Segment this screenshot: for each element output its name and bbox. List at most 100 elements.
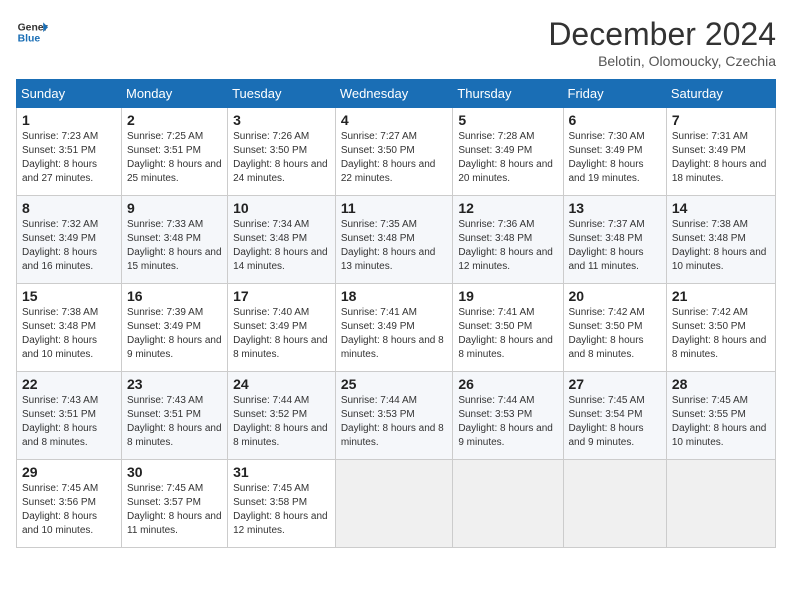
- day-number: 26: [458, 376, 557, 392]
- calendar-cell: 25 Sunrise: 7:44 AMSunset: 3:53 PMDaylig…: [335, 372, 453, 460]
- day-number: 20: [569, 288, 661, 304]
- calendar-cell: 1 Sunrise: 7:23 AMSunset: 3:51 PMDayligh…: [17, 108, 122, 196]
- cell-info: Sunrise: 7:41 AMSunset: 3:50 PMDaylight:…: [458, 307, 553, 360]
- logo-icon: General Blue: [16, 16, 48, 48]
- day-header-wednesday: Wednesday: [335, 80, 453, 108]
- cell-info: Sunrise: 7:27 AMSunset: 3:50 PMDaylight:…: [341, 131, 436, 184]
- calendar-cell: 10 Sunrise: 7:34 AMSunset: 3:48 PMDaylig…: [228, 196, 336, 284]
- day-number: 21: [672, 288, 770, 304]
- cell-info: Sunrise: 7:39 AMSunset: 3:49 PMDaylight:…: [127, 307, 222, 360]
- calendar-cell: 24 Sunrise: 7:44 AMSunset: 3:52 PMDaylig…: [228, 372, 336, 460]
- calendar-cell: 21 Sunrise: 7:42 AMSunset: 3:50 PMDaylig…: [666, 284, 775, 372]
- calendar-cell: 23 Sunrise: 7:43 AMSunset: 3:51 PMDaylig…: [122, 372, 228, 460]
- day-number: 15: [22, 288, 116, 304]
- day-number: 4: [341, 112, 448, 128]
- day-header-monday: Monday: [122, 80, 228, 108]
- cell-info: Sunrise: 7:45 AMSunset: 3:54 PMDaylight:…: [569, 395, 645, 448]
- day-number: 1: [22, 112, 116, 128]
- day-number: 24: [233, 376, 330, 392]
- cell-info: Sunrise: 7:32 AMSunset: 3:49 PMDaylight:…: [22, 219, 98, 272]
- cell-info: Sunrise: 7:43 AMSunset: 3:51 PMDaylight:…: [22, 395, 98, 448]
- calendar-cell: 31 Sunrise: 7:45 AMSunset: 3:58 PMDaylig…: [228, 460, 336, 548]
- calendar-cell: [563, 460, 666, 548]
- day-number: 29: [22, 464, 116, 480]
- calendar-cell: 30 Sunrise: 7:45 AMSunset: 3:57 PMDaylig…: [122, 460, 228, 548]
- calendar-cell: 16 Sunrise: 7:39 AMSunset: 3:49 PMDaylig…: [122, 284, 228, 372]
- day-number: 28: [672, 376, 770, 392]
- cell-info: Sunrise: 7:33 AMSunset: 3:48 PMDaylight:…: [127, 219, 222, 272]
- day-number: 31: [233, 464, 330, 480]
- day-number: 19: [458, 288, 557, 304]
- day-number: 5: [458, 112, 557, 128]
- day-header-sunday: Sunday: [17, 80, 122, 108]
- cell-info: Sunrise: 7:41 AMSunset: 3:49 PMDaylight:…: [341, 307, 444, 360]
- cell-info: Sunrise: 7:23 AMSunset: 3:51 PMDaylight:…: [22, 131, 98, 184]
- calendar-week-row: 29 Sunrise: 7:45 AMSunset: 3:56 PMDaylig…: [17, 460, 776, 548]
- calendar-cell: [335, 460, 453, 548]
- cell-info: Sunrise: 7:28 AMSunset: 3:49 PMDaylight:…: [458, 131, 553, 184]
- cell-info: Sunrise: 7:25 AMSunset: 3:51 PMDaylight:…: [127, 131, 222, 184]
- day-number: 13: [569, 200, 661, 216]
- calendar-cell: [453, 460, 563, 548]
- day-number: 23: [127, 376, 222, 392]
- day-number: 16: [127, 288, 222, 304]
- page-header: General Blue December 2024 Belotin, Olom…: [16, 16, 776, 69]
- title-block: December 2024 Belotin, Olomoucky, Czechi…: [548, 16, 776, 69]
- svg-text:Blue: Blue: [18, 34, 41, 45]
- calendar-cell: 20 Sunrise: 7:42 AMSunset: 3:50 PMDaylig…: [563, 284, 666, 372]
- cell-info: Sunrise: 7:44 AMSunset: 3:53 PMDaylight:…: [341, 395, 444, 448]
- calendar-cell: 7 Sunrise: 7:31 AMSunset: 3:49 PMDayligh…: [666, 108, 775, 196]
- calendar-cell: 12 Sunrise: 7:36 AMSunset: 3:48 PMDaylig…: [453, 196, 563, 284]
- day-number: 9: [127, 200, 222, 216]
- calendar-cell: 27 Sunrise: 7:45 AMSunset: 3:54 PMDaylig…: [563, 372, 666, 460]
- day-number: 3: [233, 112, 330, 128]
- cell-info: Sunrise: 7:45 AMSunset: 3:56 PMDaylight:…: [22, 483, 98, 536]
- calendar-cell: 28 Sunrise: 7:45 AMSunset: 3:55 PMDaylig…: [666, 372, 775, 460]
- calendar-cell: 17 Sunrise: 7:40 AMSunset: 3:49 PMDaylig…: [228, 284, 336, 372]
- calendar-cell: 11 Sunrise: 7:35 AMSunset: 3:48 PMDaylig…: [335, 196, 453, 284]
- cell-info: Sunrise: 7:40 AMSunset: 3:49 PMDaylight:…: [233, 307, 328, 360]
- calendar-cell: 26 Sunrise: 7:44 AMSunset: 3:53 PMDaylig…: [453, 372, 563, 460]
- logo: General Blue: [16, 16, 48, 48]
- cell-info: Sunrise: 7:30 AMSunset: 3:49 PMDaylight:…: [569, 131, 645, 184]
- day-number: 30: [127, 464, 222, 480]
- day-header-friday: Friday: [563, 80, 666, 108]
- calendar-cell: 9 Sunrise: 7:33 AMSunset: 3:48 PMDayligh…: [122, 196, 228, 284]
- cell-info: Sunrise: 7:44 AMSunset: 3:52 PMDaylight:…: [233, 395, 328, 448]
- cell-info: Sunrise: 7:38 AMSunset: 3:48 PMDaylight:…: [22, 307, 98, 360]
- cell-info: Sunrise: 7:44 AMSunset: 3:53 PMDaylight:…: [458, 395, 553, 448]
- cell-info: Sunrise: 7:42 AMSunset: 3:50 PMDaylight:…: [672, 307, 767, 360]
- calendar-cell: [666, 460, 775, 548]
- cell-info: Sunrise: 7:26 AMSunset: 3:50 PMDaylight:…: [233, 131, 328, 184]
- calendar-cell: 6 Sunrise: 7:30 AMSunset: 3:49 PMDayligh…: [563, 108, 666, 196]
- calendar-cell: 5 Sunrise: 7:28 AMSunset: 3:49 PMDayligh…: [453, 108, 563, 196]
- cell-info: Sunrise: 7:31 AMSunset: 3:49 PMDaylight:…: [672, 131, 767, 184]
- calendar-week-row: 15 Sunrise: 7:38 AMSunset: 3:48 PMDaylig…: [17, 284, 776, 372]
- calendar-cell: 8 Sunrise: 7:32 AMSunset: 3:49 PMDayligh…: [17, 196, 122, 284]
- calendar-cell: 2 Sunrise: 7:25 AMSunset: 3:51 PMDayligh…: [122, 108, 228, 196]
- day-number: 22: [22, 376, 116, 392]
- calendar-cell: 15 Sunrise: 7:38 AMSunset: 3:48 PMDaylig…: [17, 284, 122, 372]
- calendar-table: SundayMondayTuesdayWednesdayThursdayFrid…: [16, 79, 776, 548]
- day-number: 27: [569, 376, 661, 392]
- cell-info: Sunrise: 7:45 AMSunset: 3:57 PMDaylight:…: [127, 483, 222, 536]
- cell-info: Sunrise: 7:45 AMSunset: 3:58 PMDaylight:…: [233, 483, 328, 536]
- day-number: 17: [233, 288, 330, 304]
- calendar-week-row: 1 Sunrise: 7:23 AMSunset: 3:51 PMDayligh…: [17, 108, 776, 196]
- day-header-tuesday: Tuesday: [228, 80, 336, 108]
- days-header-row: SundayMondayTuesdayWednesdayThursdayFrid…: [17, 80, 776, 108]
- calendar-cell: 18 Sunrise: 7:41 AMSunset: 3:49 PMDaylig…: [335, 284, 453, 372]
- calendar-week-row: 8 Sunrise: 7:32 AMSunset: 3:49 PMDayligh…: [17, 196, 776, 284]
- day-number: 11: [341, 200, 448, 216]
- calendar-cell: 22 Sunrise: 7:43 AMSunset: 3:51 PMDaylig…: [17, 372, 122, 460]
- calendar-cell: 19 Sunrise: 7:41 AMSunset: 3:50 PMDaylig…: [453, 284, 563, 372]
- day-number: 25: [341, 376, 448, 392]
- day-number: 10: [233, 200, 330, 216]
- cell-info: Sunrise: 7:36 AMSunset: 3:48 PMDaylight:…: [458, 219, 553, 272]
- cell-info: Sunrise: 7:35 AMSunset: 3:48 PMDaylight:…: [341, 219, 436, 272]
- month-title: December 2024: [548, 16, 776, 53]
- calendar-cell: 29 Sunrise: 7:45 AMSunset: 3:56 PMDaylig…: [17, 460, 122, 548]
- calendar-cell: 14 Sunrise: 7:38 AMSunset: 3:48 PMDaylig…: [666, 196, 775, 284]
- day-number: 18: [341, 288, 448, 304]
- cell-info: Sunrise: 7:45 AMSunset: 3:55 PMDaylight:…: [672, 395, 767, 448]
